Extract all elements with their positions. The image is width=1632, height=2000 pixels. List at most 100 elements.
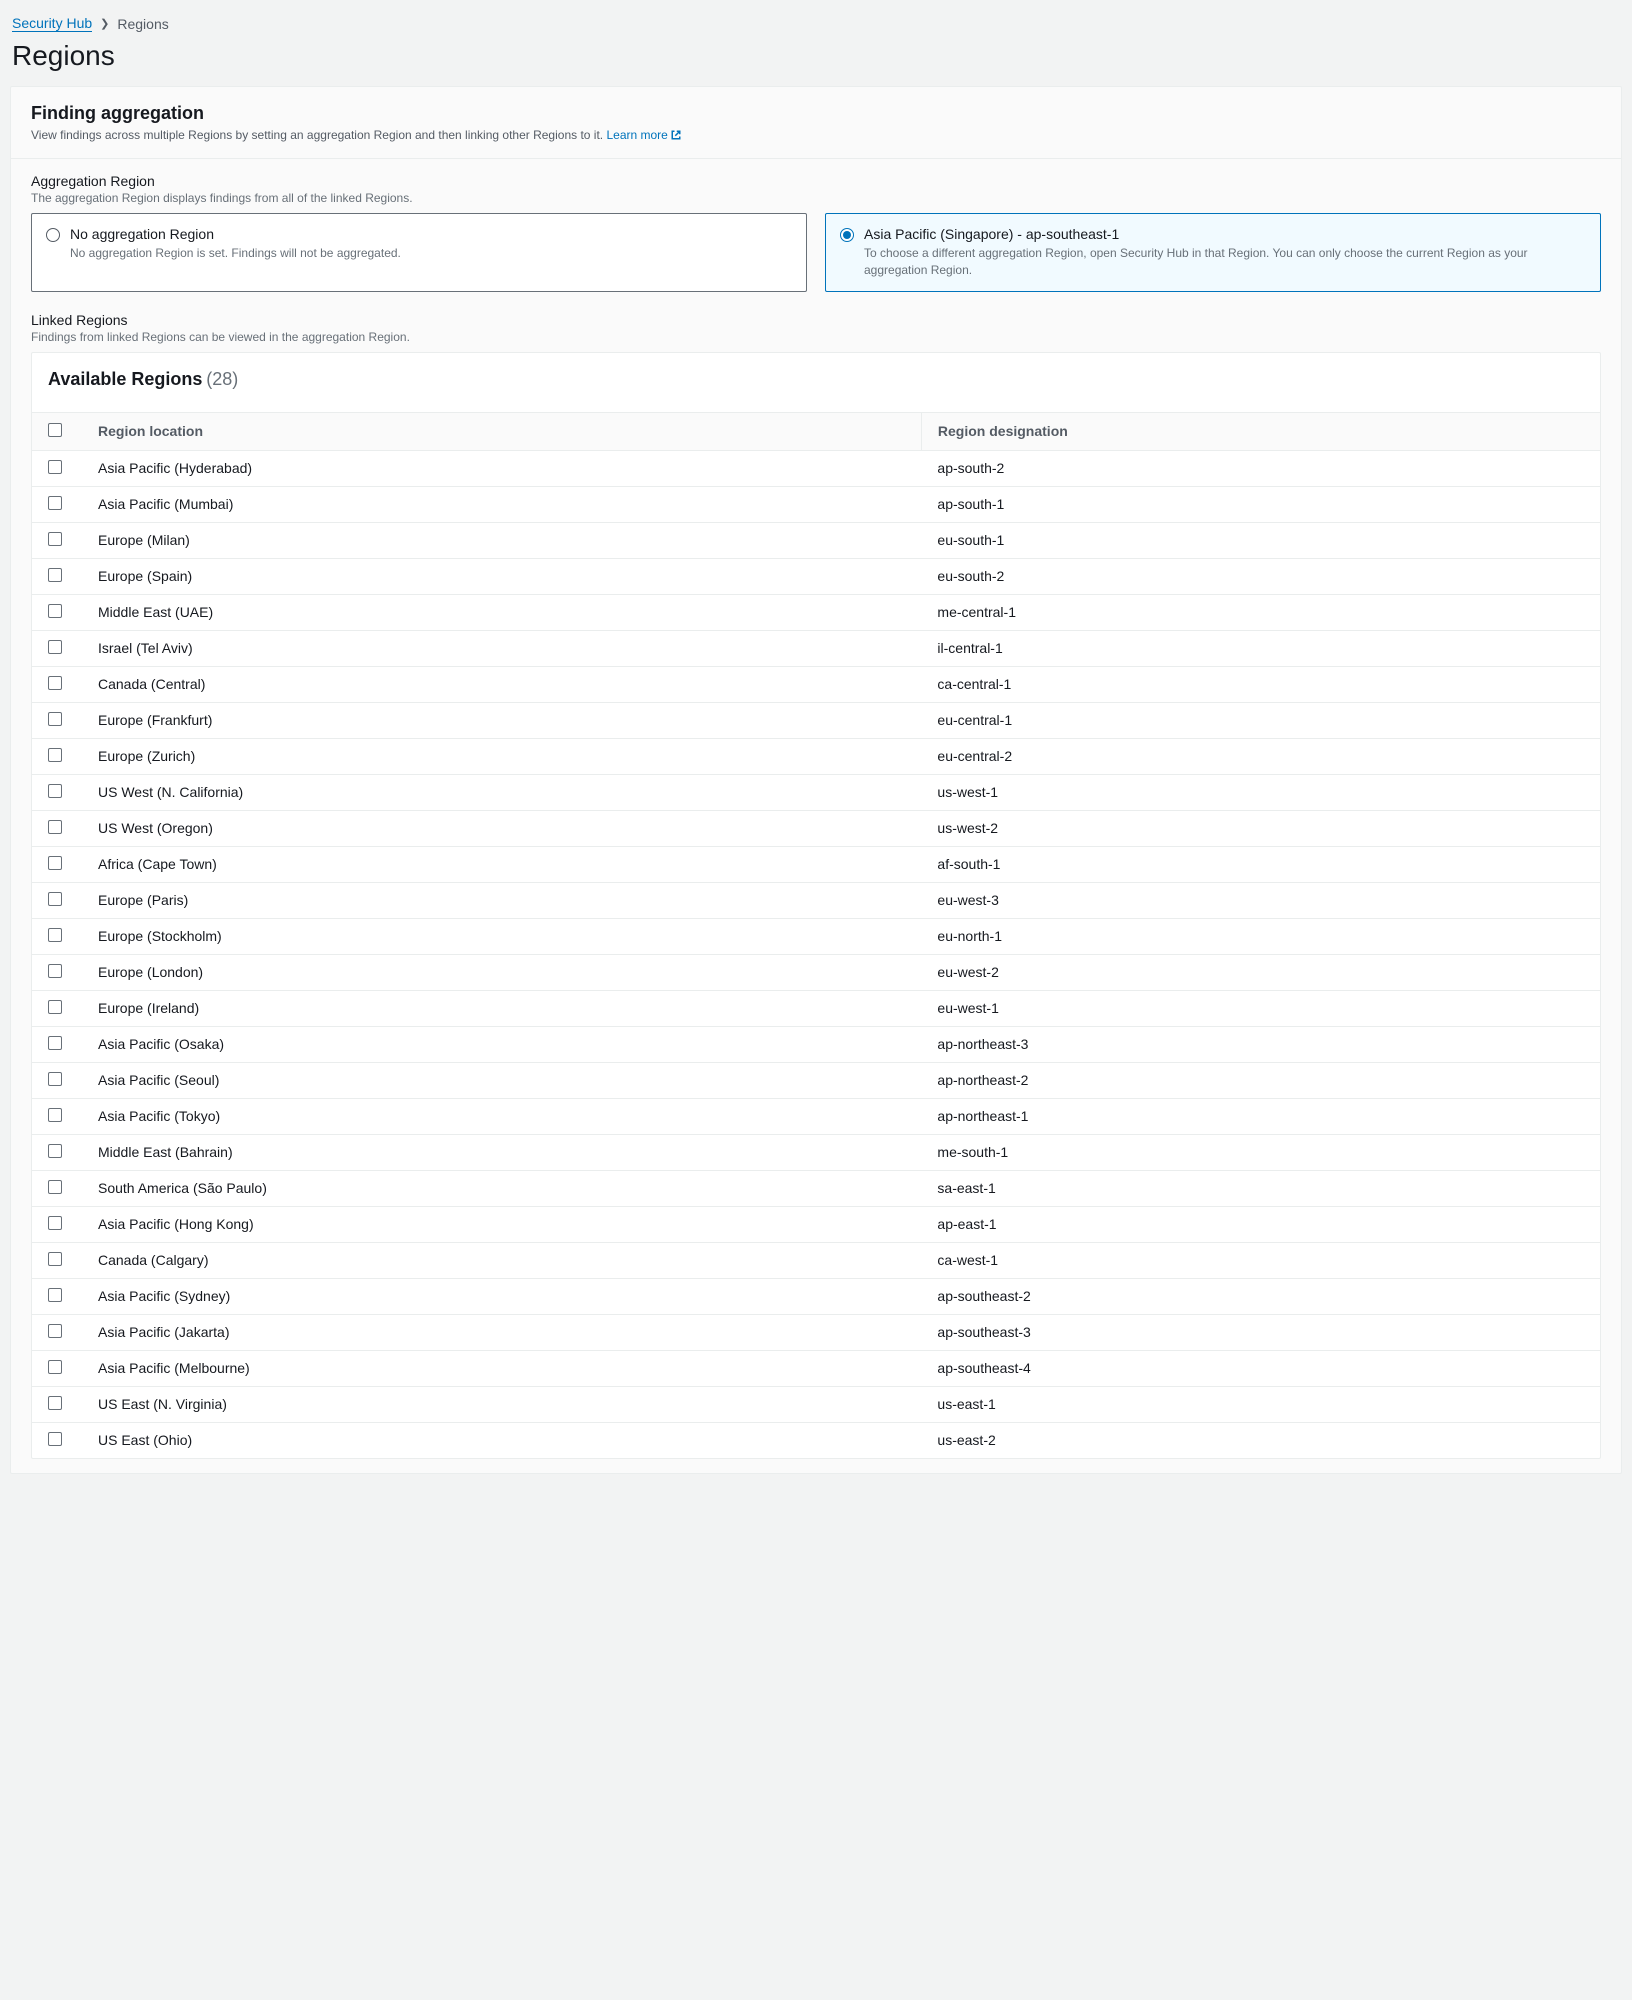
- cell-region-designation: eu-west-2: [921, 954, 1600, 990]
- cell-region-designation: me-central-1: [921, 594, 1600, 630]
- table-row: Europe (London)eu-west-2: [32, 954, 1600, 990]
- row-checkbox[interactable]: [48, 532, 62, 546]
- cell-region-location: Europe (Milan): [82, 522, 921, 558]
- row-checkbox[interactable]: [48, 676, 62, 690]
- cell-region-designation: ca-central-1: [921, 666, 1600, 702]
- available-regions-table-panel: Available Regions (28) Region location R…: [31, 352, 1601, 1459]
- table-row: Asia Pacific (Tokyo)ap-northeast-1: [32, 1098, 1600, 1134]
- row-checkbox[interactable]: [48, 1000, 62, 1014]
- no-aggregation-radio-card[interactable]: No aggregation Region No aggregation Reg…: [31, 213, 807, 292]
- cell-region-location: Africa (Cape Town): [82, 846, 921, 882]
- no-aggregation-desc: No aggregation Region is set. Findings w…: [70, 245, 401, 262]
- row-checkbox[interactable]: [48, 604, 62, 618]
- row-checkbox[interactable]: [48, 568, 62, 582]
- row-checkbox[interactable]: [48, 496, 62, 510]
- cell-region-location: Middle East (Bahrain): [82, 1134, 921, 1170]
- page-title: Regions: [12, 40, 1622, 72]
- row-checkbox[interactable]: [48, 1432, 62, 1446]
- row-checkbox[interactable]: [48, 748, 62, 762]
- cell-region-designation: ap-southeast-3: [921, 1314, 1600, 1350]
- table-row: Europe (Milan)eu-south-1: [32, 522, 1600, 558]
- table-row: Europe (Stockholm)eu-north-1: [32, 918, 1600, 954]
- table-row: Europe (Ireland)eu-west-1: [32, 990, 1600, 1026]
- table-row: Europe (Paris)eu-west-3: [32, 882, 1600, 918]
- table-title: Available Regions: [48, 369, 202, 389]
- row-checkbox[interactable]: [48, 1072, 62, 1086]
- select-all-checkbox[interactable]: [48, 423, 62, 437]
- row-checkbox[interactable]: [48, 1144, 62, 1158]
- cell-region-location: US West (Oregon): [82, 810, 921, 846]
- table-row: Israel (Tel Aviv)il-central-1: [32, 630, 1600, 666]
- table-row: Asia Pacific (Hong Kong)ap-east-1: [32, 1206, 1600, 1242]
- cell-region-designation: us-west-1: [921, 774, 1600, 810]
- cell-region-designation: eu-north-1: [921, 918, 1600, 954]
- column-region-designation[interactable]: Region designation: [921, 412, 1600, 450]
- cell-region-location: Israel (Tel Aviv): [82, 630, 921, 666]
- selected-region-title: Asia Pacific (Singapore) - ap-southeast-…: [864, 226, 1586, 242]
- breadcrumb-root-link[interactable]: Security Hub: [12, 15, 92, 32]
- row-checkbox[interactable]: [48, 928, 62, 942]
- panel-title: Finding aggregation: [31, 103, 1601, 124]
- cell-region-designation: us-west-2: [921, 810, 1600, 846]
- row-checkbox[interactable]: [48, 892, 62, 906]
- cell-region-location: Canada (Central): [82, 666, 921, 702]
- row-checkbox[interactable]: [48, 1216, 62, 1230]
- row-checkbox[interactable]: [48, 1396, 62, 1410]
- table-row: Asia Pacific (Mumbai)ap-south-1: [32, 486, 1600, 522]
- cell-region-location: South America (São Paulo): [82, 1170, 921, 1206]
- cell-region-designation: il-central-1: [921, 630, 1600, 666]
- row-checkbox[interactable]: [48, 1288, 62, 1302]
- cell-region-designation: us-east-1: [921, 1386, 1600, 1422]
- table-row: Middle East (UAE)me-central-1: [32, 594, 1600, 630]
- cell-region-location: Europe (Paris): [82, 882, 921, 918]
- table-row: US East (Ohio)us-east-2: [32, 1422, 1600, 1458]
- cell-region-designation: me-south-1: [921, 1134, 1600, 1170]
- cell-region-location: Europe (Stockholm): [82, 918, 921, 954]
- cell-region-designation: ap-northeast-2: [921, 1062, 1600, 1098]
- radio-icon: [46, 228, 60, 242]
- cell-region-designation: ap-northeast-3: [921, 1026, 1600, 1062]
- row-checkbox[interactable]: [48, 460, 62, 474]
- table-row: Asia Pacific (Seoul)ap-northeast-2: [32, 1062, 1600, 1098]
- row-checkbox[interactable]: [48, 712, 62, 726]
- row-checkbox[interactable]: [48, 784, 62, 798]
- row-checkbox[interactable]: [48, 964, 62, 978]
- table-count: (28): [206, 369, 238, 389]
- row-checkbox[interactable]: [48, 1108, 62, 1122]
- row-checkbox[interactable]: [48, 856, 62, 870]
- table-row: Africa (Cape Town)af-south-1: [32, 846, 1600, 882]
- cell-region-designation: eu-west-3: [921, 882, 1600, 918]
- cell-region-location: Asia Pacific (Melbourne): [82, 1350, 921, 1386]
- panel-desc-text: View findings across multiple Regions by…: [31, 128, 606, 142]
- cell-region-designation: sa-east-1: [921, 1170, 1600, 1206]
- cell-region-designation: eu-central-2: [921, 738, 1600, 774]
- radio-icon: [840, 228, 854, 242]
- aggregation-region-label: Aggregation Region: [31, 173, 1601, 189]
- learn-more-link[interactable]: Learn more: [606, 128, 681, 142]
- table-row: US West (Oregon)us-west-2: [32, 810, 1600, 846]
- row-checkbox[interactable]: [48, 1324, 62, 1338]
- row-checkbox[interactable]: [48, 1036, 62, 1050]
- row-checkbox[interactable]: [48, 1360, 62, 1374]
- learn-more-text: Learn more: [606, 128, 667, 142]
- row-checkbox[interactable]: [48, 1180, 62, 1194]
- panel-description: View findings across multiple Regions by…: [31, 128, 1601, 142]
- table-row: Canada (Calgary)ca-west-1: [32, 1242, 1600, 1278]
- cell-region-designation: ap-south-1: [921, 486, 1600, 522]
- cell-region-designation: ap-southeast-4: [921, 1350, 1600, 1386]
- linked-regions-label: Linked Regions: [31, 312, 1601, 328]
- cell-region-location: Asia Pacific (Hong Kong): [82, 1206, 921, 1242]
- cell-region-designation: eu-south-2: [921, 558, 1600, 594]
- column-region-location[interactable]: Region location: [82, 412, 921, 450]
- row-checkbox[interactable]: [48, 820, 62, 834]
- cell-region-location: Asia Pacific (Mumbai): [82, 486, 921, 522]
- cell-region-designation: ap-south-2: [921, 450, 1600, 486]
- row-checkbox[interactable]: [48, 640, 62, 654]
- selected-region-desc: To choose a different aggregation Region…: [864, 245, 1586, 279]
- external-link-icon: [670, 129, 682, 141]
- selected-region-radio-card[interactable]: Asia Pacific (Singapore) - ap-southeast-…: [825, 213, 1601, 292]
- cell-region-location: US East (N. Virginia): [82, 1386, 921, 1422]
- cell-region-location: Europe (Frankfurt): [82, 702, 921, 738]
- cell-region-location: Middle East (UAE): [82, 594, 921, 630]
- row-checkbox[interactable]: [48, 1252, 62, 1266]
